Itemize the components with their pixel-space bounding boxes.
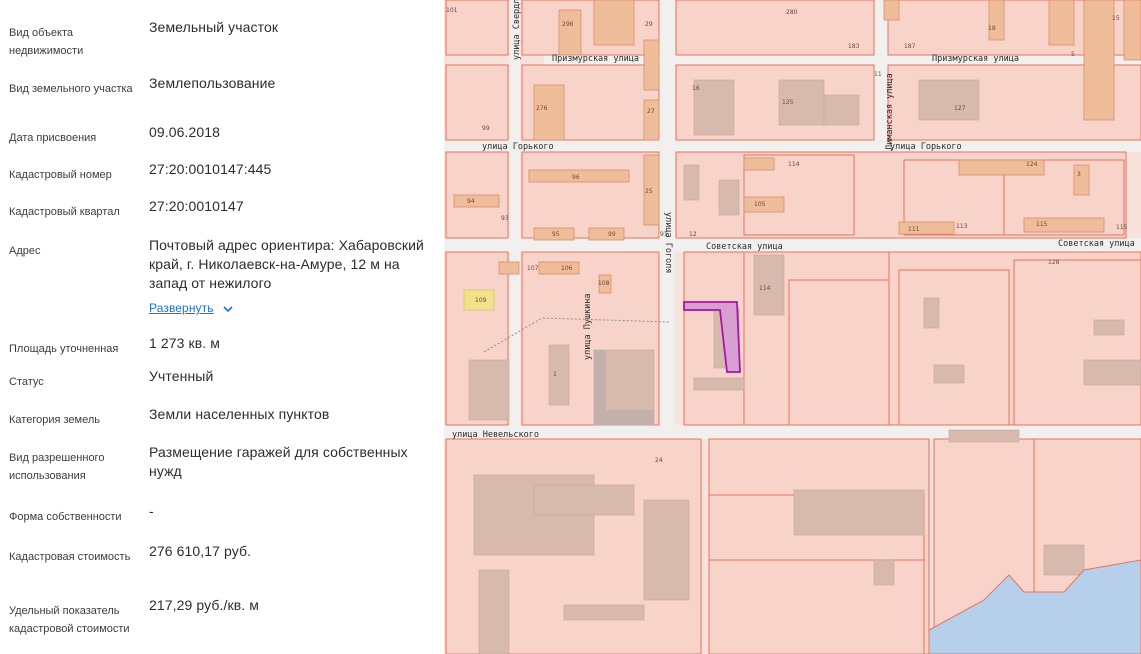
parcel-number: 25 <box>645 188 653 195</box>
prop-value: Земельный участок <box>149 19 279 35</box>
prop-label: Кадастровый квартал <box>9 206 120 218</box>
parcel-number: 106 <box>561 265 573 272</box>
parcel-number: 107 <box>527 265 539 272</box>
street-label: улица Свердлова <box>512 0 522 60</box>
parcel-number: 114 <box>759 285 771 292</box>
prop-label: Дата присвоения <box>9 132 97 144</box>
prop-value: Размещение гаражей для собственных нужд <box>149 444 408 479</box>
parcel-number: 11 <box>874 71 882 78</box>
street-label: Советская улица <box>706 242 783 252</box>
prop-label: Удельный показатель кадастровой стоимост… <box>9 605 130 635</box>
prop-value: Землепользование <box>149 75 276 91</box>
prop-value: 217,29 руб./кв. м <box>149 597 259 613</box>
street-label: Советская улица <box>1058 239 1135 249</box>
parcel-number: 96 <box>572 174 580 181</box>
prop-label: Адрес <box>9 245 41 257</box>
prop-label: Кадастровый номер <box>9 169 112 181</box>
parcel-number: 12 <box>689 231 697 238</box>
parcel-number: 108 <box>598 280 610 287</box>
prop-label: Вид земельного участка <box>9 83 133 95</box>
parcel-number: 296 <box>562 21 574 28</box>
parcel-number: 105 <box>754 201 766 208</box>
map-canvas[interactable]: Призмурская улица Призмурская улица улиц… <box>444 0 1141 654</box>
parcel-number: 18 <box>988 25 996 32</box>
street-label: улица Горького <box>482 142 554 152</box>
parcel-number: 101 <box>446 7 458 14</box>
street-label: Лиманская улица <box>885 73 895 150</box>
prop-value: Учтенный <box>149 368 214 384</box>
prop-label: Кадастровая стоимость <box>9 551 131 563</box>
prop-value: - <box>149 503 154 519</box>
prop-value: 09.06.2018 <box>149 124 221 140</box>
parcel-number: 93 <box>501 215 509 222</box>
parcel-number: 111 <box>908 226 920 233</box>
street-label: Призмурская улица <box>932 54 1019 64</box>
street-label: улица Гоголя <box>663 212 673 273</box>
address-text: Почтовый адрес ориентира: Хабаровский кр… <box>149 237 424 291</box>
parcel-number: 99 <box>482 125 490 132</box>
street-label: улица Невельского <box>452 430 539 440</box>
parcel-number: 124 <box>1026 161 1038 168</box>
parcel-number: 109 <box>475 297 487 304</box>
prop-value: Почтовый адрес ориентира: Хабаровский кр… <box>149 236 439 318</box>
parcel-number: 3 <box>1077 171 1081 178</box>
parcel-number: 115 <box>1116 224 1128 231</box>
chevron-down-icon <box>223 305 233 312</box>
street-label: Призмурская улица <box>552 54 639 64</box>
parcel-number: 127 <box>954 105 966 112</box>
parcel-number: 113 <box>956 223 968 230</box>
parcel-number: 280 <box>786 9 798 16</box>
parcel-number: 114 <box>788 161 800 168</box>
parcel-number: 15 <box>1112 15 1120 22</box>
prop-value[interactable]: 27:20:0010147:445 <box>149 160 439 179</box>
parcel-number: 16 <box>692 85 700 92</box>
object-info-panel: Вид объекта недвижимости Земельный участ… <box>0 0 444 654</box>
parcel-number: 24 <box>655 457 663 464</box>
prop-value[interactable]: 27:20:0010147 <box>149 197 439 216</box>
parcel-number: 99 <box>608 231 616 238</box>
expand-address-label: Развернуть <box>149 301 214 315</box>
prop-value: 276 610,17 руб. <box>149 543 252 559</box>
parcel-number: 187 <box>904 43 916 50</box>
street-label: улица Горького <box>890 142 962 152</box>
parcel-number: 125 <box>782 99 794 106</box>
cadastral-map[interactable]: Призмурская улица Призмурская улица улиц… <box>444 0 1141 654</box>
prop-label: Вид разрешенного использования <box>9 452 105 482</box>
parcel-number: 128 <box>1048 259 1060 266</box>
prop-value: Земли населенных пунктов <box>149 406 330 422</box>
parcel-number: 5 <box>1071 51 1075 58</box>
prop-label: Статус <box>9 376 44 388</box>
prop-label: Площадь уточненная <box>9 343 119 355</box>
parcel-number: 91 <box>660 231 668 238</box>
prop-label: Вид объекта недвижимости <box>9 27 84 57</box>
parcel-number: 115 <box>1036 221 1048 228</box>
parcel-number: 276 <box>536 105 548 112</box>
parcel-number: 94 <box>467 198 475 205</box>
parcel-number: 1 <box>553 371 557 378</box>
parcel-number: 27 <box>647 108 655 115</box>
prop-label: Категория земель <box>9 414 100 426</box>
expand-address-link[interactable]: Развернуть <box>149 299 234 318</box>
parcel-number: 29 <box>645 21 653 28</box>
street-label: улица Пушкина <box>583 293 593 360</box>
prop-value: 1 273 кв. м <box>149 335 220 351</box>
parcel-number: 95 <box>552 231 560 238</box>
prop-label: Форма собственности <box>9 511 122 523</box>
parcel-number: 183 <box>848 43 860 50</box>
